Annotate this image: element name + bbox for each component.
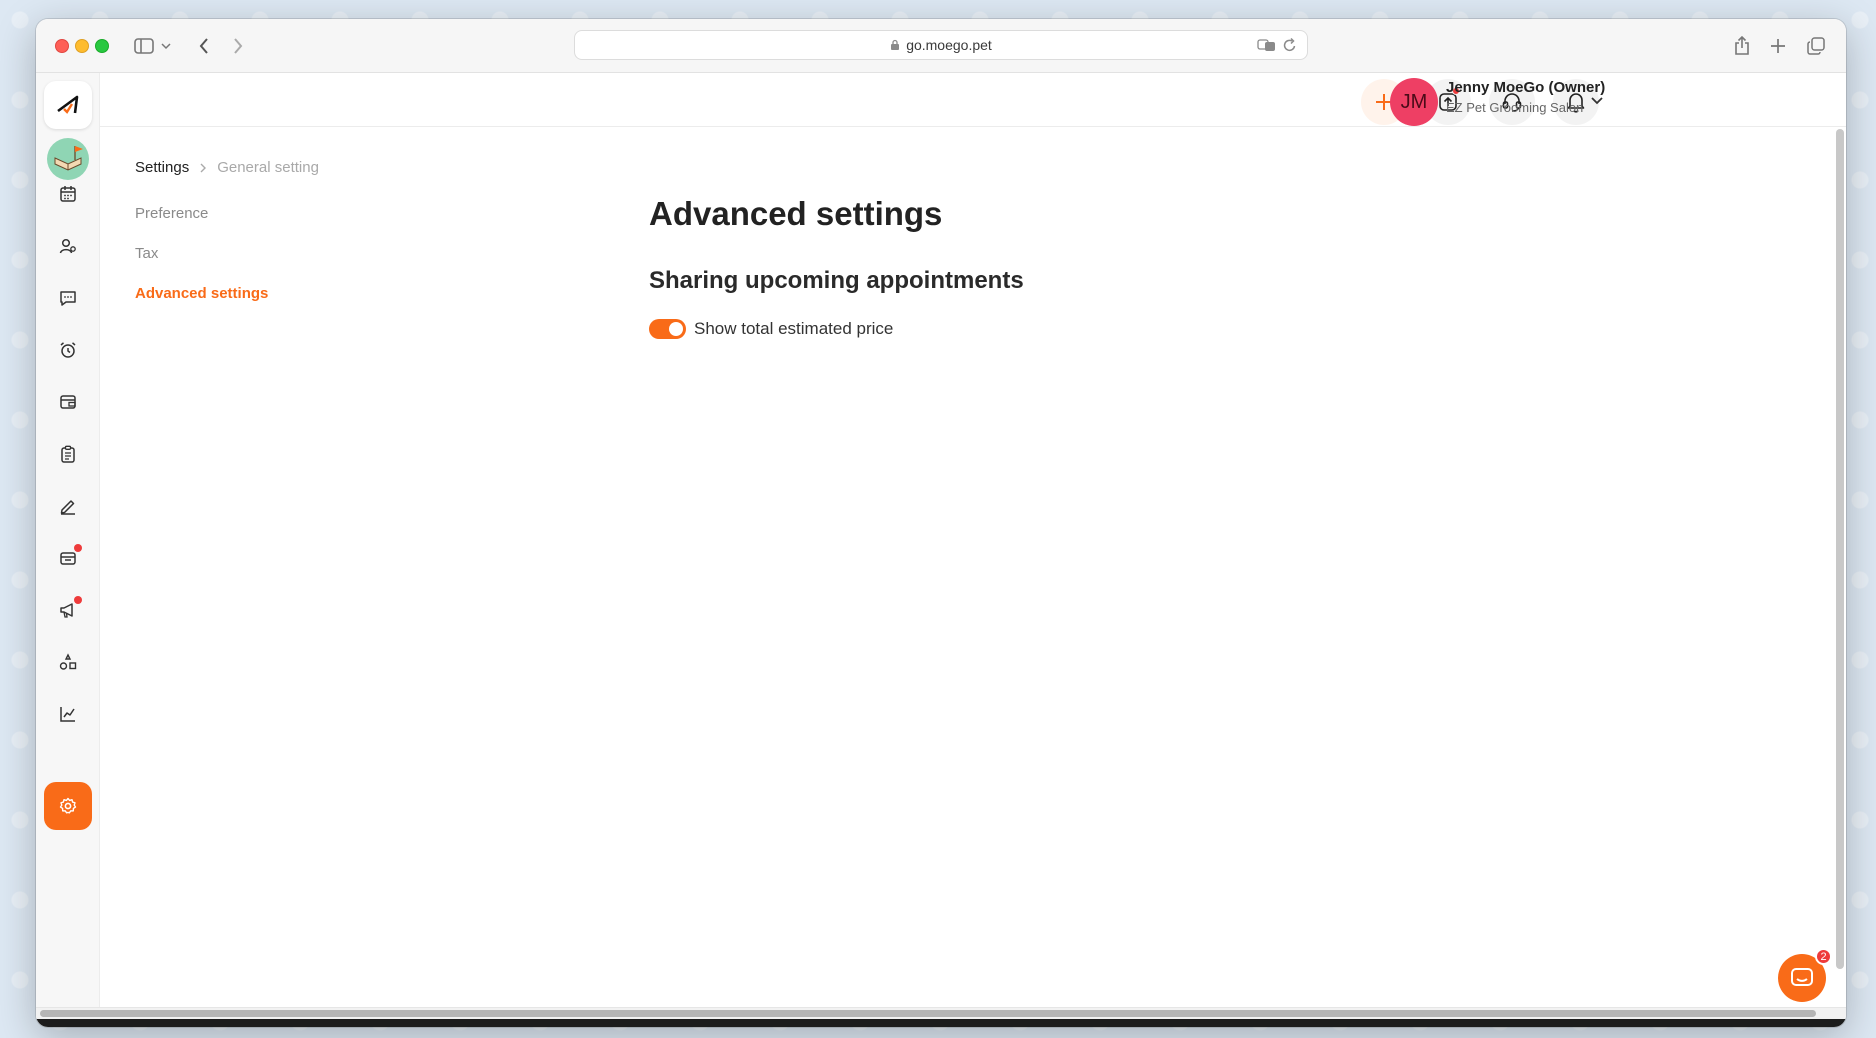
chevron-right-icon: [199, 162, 207, 174]
section-title: Sharing upcoming appointments: [649, 267, 1024, 294]
show-estimated-price-setting: Show total estimated price: [649, 319, 893, 339]
chat-badge: 2: [1815, 948, 1832, 965]
business-name[interactable]: EZ Pet Grooming Salon: [1446, 100, 1583, 115]
sidebar-item-clients[interactable]: [44, 222, 92, 270]
sidebar-item-settings[interactable]: [44, 782, 92, 830]
calendar-icon: [60, 186, 76, 202]
close-window-button[interactable]: [55, 39, 69, 53]
window-bottom-edge: [36, 1019, 1846, 1027]
show-estimated-price-toggle[interactable]: [649, 319, 686, 339]
back-arrow-icon[interactable]: [192, 34, 216, 58]
page-title: Advanced settings: [649, 195, 943, 232]
sidebar-item-reminders[interactable]: [44, 326, 92, 374]
subnav-item-preference[interactable]: Preference: [135, 205, 208, 222]
notification-dot: [74, 544, 82, 552]
avatar[interactable]: JM: [1390, 78, 1438, 126]
user-name[interactable]: Jenny MoeGo (Owner): [1446, 79, 1605, 96]
sidebar-item-payments[interactable]: [44, 378, 92, 426]
horizontal-scrollbar[interactable]: [40, 1010, 1816, 1017]
chat-icon: [1791, 968, 1813, 986]
sidebar-toggle-icon[interactable]: [132, 34, 156, 58]
wallet-icon: [60, 395, 76, 409]
sidebar-item-services[interactable]: [44, 638, 92, 686]
services-icon: [59, 653, 77, 670]
url-text: go.moego.pet: [906, 37, 992, 53]
address-bar[interactable]: go.moego.pet: [574, 30, 1308, 60]
notification-dot: [74, 596, 82, 604]
lock-icon: [890, 39, 900, 51]
sidebar-item-messages[interactable]: [44, 274, 92, 322]
sidebar-item-agreements[interactable]: [44, 482, 92, 530]
browser-titlebar: go.moego.pet: [36, 19, 1846, 73]
clients-icon: [59, 238, 76, 254]
app-header: JM Jenny MoeGo (Owner) EZ Pet Grooming S…: [100, 73, 1846, 127]
sidebar-item-marketing[interactable]: [44, 586, 92, 634]
chevron-down-icon[interactable]: [1590, 93, 1604, 111]
toggle-knob: [669, 322, 683, 336]
chevron-down-icon[interactable]: [158, 34, 174, 58]
chat-widget-button[interactable]: 2: [1778, 948, 1832, 1002]
gear-icon: [59, 797, 77, 814]
maximize-window-button[interactable]: [95, 39, 109, 53]
clipboard-icon: [61, 445, 75, 463]
new-tab-icon[interactable]: [1766, 34, 1790, 58]
translate-icon[interactable]: [1257, 37, 1277, 56]
vertical-scrollbar[interactable]: [1836, 129, 1844, 969]
subnav-item-advanced-settings[interactable]: Advanced settings: [135, 285, 268, 302]
sidebar-item-calendar[interactable]: [44, 170, 92, 218]
forward-arrow-icon[interactable]: [226, 34, 250, 58]
alarm-icon: [60, 342, 76, 358]
moego-logo-icon[interactable]: [44, 81, 92, 129]
subnav-item-tax[interactable]: Tax: [135, 245, 158, 262]
share-icon[interactable]: [1730, 34, 1754, 58]
chart-icon: [60, 707, 75, 722]
megaphone-icon: [60, 603, 73, 618]
tab-overview-icon[interactable]: [1804, 34, 1828, 58]
retail-icon: [60, 552, 76, 565]
sidebar-item-retail[interactable]: [44, 534, 92, 582]
breadcrumb-settings-link[interactable]: Settings: [135, 159, 189, 176]
reload-icon[interactable]: [1283, 37, 1297, 56]
breadcrumb: Settings General setting: [135, 159, 319, 176]
minimize-window-button[interactable]: [75, 39, 89, 53]
app-sidebar: [36, 73, 100, 1027]
pen-icon: [60, 500, 75, 515]
message-icon: [60, 291, 76, 306]
toggle-label: Show total estimated price: [694, 319, 894, 338]
browser-window: go.moego.pet JM Jenny MoeGo (Owner) EZ P…: [36, 19, 1846, 1027]
breadcrumb-current: General setting: [217, 159, 319, 176]
sidebar-item-insights[interactable]: [44, 690, 92, 738]
sidebar-item-reports-list[interactable]: [44, 430, 92, 478]
